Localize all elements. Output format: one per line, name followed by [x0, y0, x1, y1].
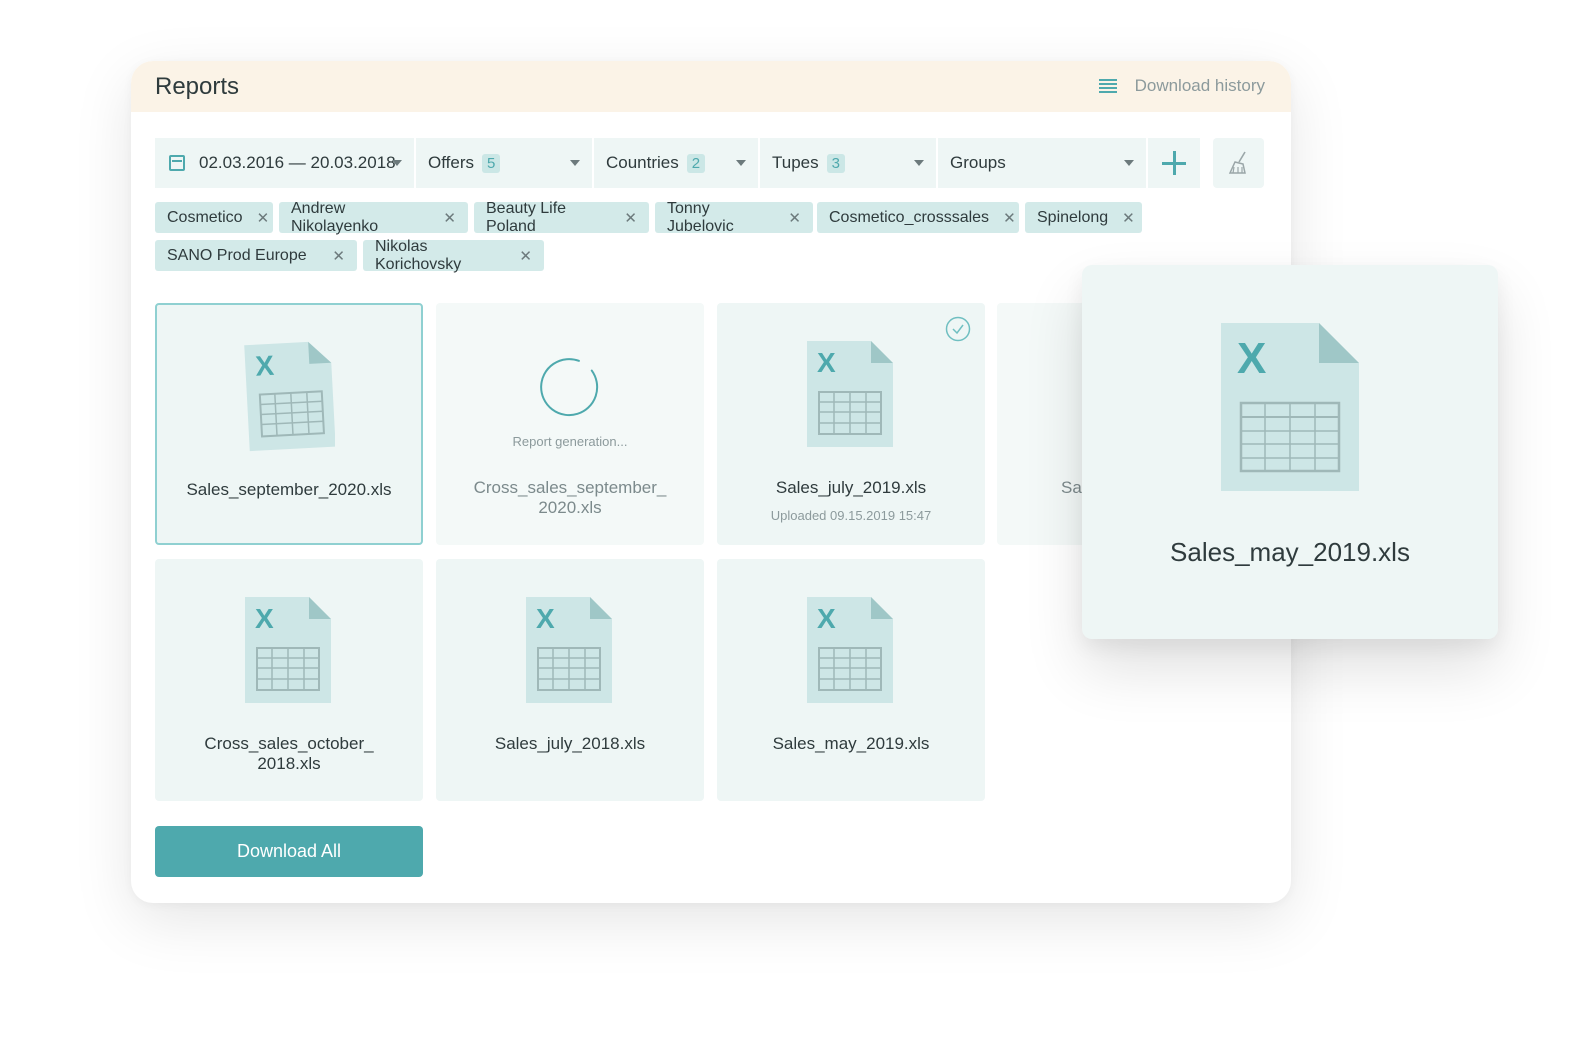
caret-down-icon	[392, 160, 402, 166]
svg-text:X: X	[255, 603, 274, 634]
svg-text:X: X	[255, 350, 276, 382]
xls-file-icon: X	[244, 341, 335, 452]
filter-tag: Beauty Life Poland ✕	[474, 199, 649, 235]
countries-label: Countries	[606, 153, 679, 172]
broom-icon	[1228, 151, 1246, 174]
file-card[interactable]: X Sales_july_2018.xls	[436, 559, 704, 801]
download-history-label: Download history	[1134, 76, 1265, 95]
offers-label: Offers	[428, 153, 474, 172]
file-card[interactable]: X Sales_september_2020.xls	[155, 303, 423, 545]
xls-file-icon: X	[807, 341, 893, 447]
caret-down-icon	[914, 160, 924, 166]
filter-tag-label: Nikolas Korichovsky	[375, 237, 462, 273]
add-filter-button[interactable]	[1148, 138, 1200, 188]
close-icon[interactable]: ✕	[788, 209, 801, 227]
xls-file-icon: X	[807, 597, 893, 703]
page-title: Reports	[155, 73, 240, 100]
close-icon[interactable]: ✕	[257, 209, 270, 227]
groups-filter[interactable]: Groups	[938, 138, 1148, 188]
tupes-filter[interactable]: Tupes 3	[760, 138, 938, 188]
preview-file-name: Sales_may_2019.xls	[1170, 537, 1410, 567]
generation-status: Report generation...	[512, 434, 628, 449]
check-circle-icon[interactable]	[945, 316, 971, 342]
svg-text:X: X	[536, 603, 555, 634]
file-name-line-1: Cross_sales_october_	[204, 734, 374, 753]
countries-count-badge: 2	[686, 153, 706, 173]
svg-text:X: X	[817, 347, 836, 378]
close-icon[interactable]: ✕	[332, 247, 345, 265]
filter-tag-label: Spinelong	[1037, 208, 1109, 226]
file-name: Sales_may_2019.xls	[772, 734, 930, 753]
download-all-button[interactable]: Download All	[155, 826, 423, 877]
offers-count-badge: 5	[481, 153, 501, 173]
groups-label: Groups	[950, 153, 1006, 172]
file-card[interactable]: X Sales_may_2019.xls	[717, 559, 985, 801]
file-name-line-2: 2018.xls	[257, 754, 321, 773]
file-name: Sales_july_2018.xls	[494, 734, 646, 753]
close-icon[interactable]: ✕	[624, 209, 637, 227]
filter-tag-label: Andrew Nikolayenko	[291, 199, 379, 235]
file-card[interactable]: X Cross_sales_october_ 2018.xls	[155, 559, 423, 801]
filter-tag-label: Cosmetico_crosssales	[829, 208, 990, 226]
calendar-icon	[169, 155, 185, 171]
filter-tag: SANO Prod Europe ✕	[155, 240, 357, 271]
download-history-link[interactable]: Download history	[1098, 76, 1265, 96]
offers-filter[interactable]: Offers 5	[416, 138, 594, 188]
filter-tag-label: SANO Prod Europe	[167, 246, 307, 264]
filter-tag: Nikolas Korichovsky ✕	[363, 237, 544, 273]
file-name: Sales_july_2019.xls	[775, 478, 927, 497]
panel-header: Reports Download history	[131, 61, 1291, 112]
filter-tag-label: Cosmetico	[167, 208, 243, 226]
svg-text:X: X	[817, 603, 836, 634]
spinner-icon	[540, 358, 599, 417]
clear-filters-button[interactable]	[1213, 138, 1264, 188]
filter-bar: 02.03.2016 — 20.03.2018 Offers 5 Countri…	[155, 138, 1200, 188]
filter-tag: Andrew Nikolayenko ✕	[279, 199, 468, 235]
caret-down-icon	[736, 160, 746, 166]
svg-text:X: X	[1237, 334, 1266, 383]
tupes-count-badge: 3	[826, 153, 845, 173]
file-name-line-1: Cross_sales_september_	[473, 478, 667, 497]
filter-tag: Tonny Jubelovic ✕	[655, 199, 813, 235]
xls-file-icon: X	[526, 597, 612, 703]
date-range-picker[interactable]: 02.03.2016 — 20.03.2018	[155, 138, 416, 188]
tupes-label: Tupes	[772, 153, 819, 172]
plus-icon	[1162, 151, 1186, 175]
date-range-value: 02.03.2016 — 20.03.2018	[199, 153, 396, 172]
upload-timestamp: Uploaded 09.15.2019 15:47	[770, 508, 932, 523]
close-icon[interactable]: ✕	[519, 247, 532, 265]
filter-tag: Cosmetico ✕	[155, 202, 273, 233]
file-drag-preview[interactable]: X Sales_may_2019.xls	[1082, 265, 1498, 639]
xls-file-icon: X	[1221, 323, 1359, 491]
filter-tag: Cosmetico_crosssales ✕	[817, 202, 1019, 233]
file-card: Report generation... Cross_sales_septemb…	[436, 303, 704, 545]
filter-tag-label: Beauty Life Poland	[486, 199, 567, 235]
file-name: Sales_september_2020.xls	[186, 480, 392, 499]
filter-tag-label: Tonny Jubelovic	[667, 199, 734, 235]
list-icon	[1098, 79, 1117, 93]
caret-down-icon	[570, 160, 580, 166]
xls-file-icon: X	[245, 597, 331, 703]
caret-down-icon	[1124, 160, 1134, 166]
close-icon[interactable]: ✕	[443, 209, 456, 227]
filter-tag: Spinelong ✕	[1025, 202, 1142, 233]
file-name-line-2: 2020.xls	[538, 498, 602, 517]
close-icon[interactable]: ✕	[1003, 209, 1016, 227]
file-card[interactable]: X Sales_july_2019.xls Uploaded 09.15.201…	[717, 303, 985, 545]
countries-filter[interactable]: Countries 2	[594, 138, 760, 188]
close-icon[interactable]: ✕	[1122, 209, 1135, 227]
